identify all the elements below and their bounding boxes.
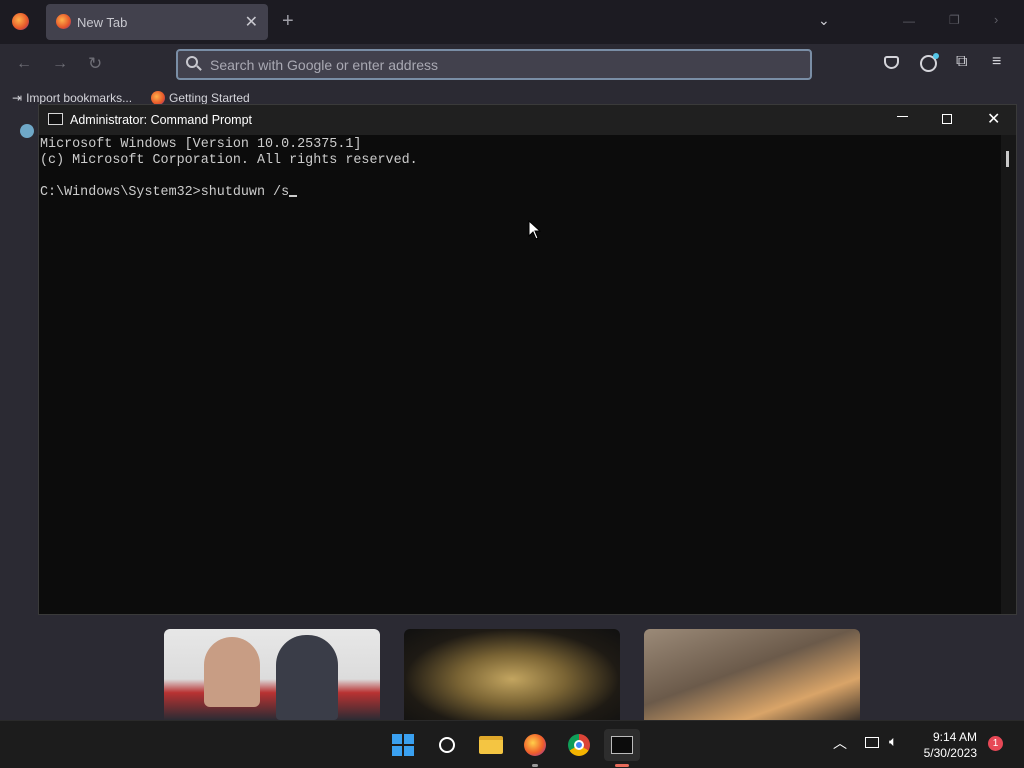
tab-new-tab[interactable]: New Tab ✕ <box>46 4 268 40</box>
running-indicator <box>532 764 538 767</box>
close-tab-icon[interactable]: ✕ <box>245 12 258 32</box>
scrollbar-track[interactable] <box>1001 135 1016 614</box>
volume-icon[interactable]: 🔈︎ <box>889 733 897 750</box>
person-photo <box>204 637 260 707</box>
search-placeholder: Search with Google or enter address <box>210 57 439 73</box>
info-icon[interactable] <box>20 124 34 138</box>
console-line: (c) Microsoft Corporation. All rights re… <box>40 153 418 168</box>
extensions-icon[interactable]: ⧉ <box>956 53 967 71</box>
account-notice-dot-icon <box>933 53 939 59</box>
pocket-icon[interactable] <box>884 56 899 69</box>
tab-title: New Tab <box>77 14 128 30</box>
text-cursor <box>289 195 298 197</box>
terminal-taskbar-button[interactable] <box>604 729 640 767</box>
folder-icon <box>479 736 503 754</box>
story-thumbnail-1[interactable] <box>164 629 380 720</box>
close-browser-icon[interactable]: › <box>994 12 998 27</box>
file-explorer-button[interactable] <box>473 729 509 761</box>
console-line: Microsoft Windows [Version 10.0.25375.1] <box>40 137 362 152</box>
search-taskbar-icon <box>439 737 455 753</box>
firefox-taskbar-icon <box>524 734 546 756</box>
chrome-taskbar-button[interactable] <box>561 729 597 761</box>
taskbar: ︿ 🔈︎ 9:14 AM 5/30/2023 <box>0 720 1024 768</box>
active-indicator <box>615 764 629 767</box>
person-photo <box>276 635 338 720</box>
console-command-text: C:\Windows\System32>shutduwn /s <box>40 185 290 200</box>
list-tabs-icon[interactable]: ⌄ <box>818 12 830 29</box>
mouse-cursor-icon <box>528 220 542 240</box>
windows-logo-icon <box>392 734 414 756</box>
cmd-icon <box>48 113 63 125</box>
chevron-up-icon[interactable]: ︿ <box>833 733 847 753</box>
close-icon[interactable]: ✕ <box>987 109 1000 129</box>
firefox-bookmark-icon <box>151 91 165 105</box>
scrollbar-thumb[interactable] <box>1006 151 1009 167</box>
bookmark-import-label: Import bookmarks... <box>26 91 133 105</box>
cmd-console-output[interactable]: Microsoft Windows [Version 10.0.25375.1]… <box>39 135 1016 614</box>
minimize-browser-icon[interactable]: — <box>903 14 915 28</box>
search-handle-icon <box>196 65 202 71</box>
clock-date: 5/30/2023 <box>923 746 977 760</box>
story-thumbnail-2[interactable] <box>404 629 620 720</box>
browser-tab-bar: New Tab ✕ + ⌄ — ❐ › <box>0 0 1024 44</box>
maximize-icon[interactable] <box>942 114 952 124</box>
back-icon[interactable]: ← <box>16 55 32 73</box>
firefox-tab-icon <box>56 14 71 29</box>
reload-icon[interactable]: ↻ <box>88 54 102 74</box>
system-clock[interactable]: 9:14 AM 5/30/2023 <box>924 729 977 761</box>
notification-badge[interactable]: 1 <box>988 736 1003 751</box>
firefox-taskbar-button[interactable] <box>517 729 553 767</box>
address-bar[interactable]: Search with Google or enter address <box>176 49 812 80</box>
bookmark-getting-started[interactable]: Getting Started <box>151 91 250 105</box>
console-line: ​ <box>40 169 1016 185</box>
terminal-icon <box>611 736 633 754</box>
search-taskbar-button[interactable] <box>429 729 465 761</box>
cmd-title-bar[interactable]: Administrator: Command Prompt ✕ <box>39 105 1016 135</box>
start-button[interactable] <box>385 729 421 761</box>
firefox-icon[interactable] <box>12 13 29 30</box>
restore-browser-icon[interactable]: ❐ <box>949 13 960 27</box>
story-thumbnail-3[interactable] <box>644 629 860 720</box>
menu-icon[interactable]: ≡ <box>992 53 1001 71</box>
clock-time: 9:14 AM <box>932 730 977 744</box>
console-prompt-line[interactable]: C:\Windows\System32>shutduwn /s <box>40 185 1016 201</box>
chrome-icon <box>568 734 590 756</box>
cmd-window-title: Administrator: Command Prompt <box>70 113 253 127</box>
minimize-icon[interactable] <box>897 116 908 117</box>
bookmark-getting-started-label: Getting Started <box>169 91 250 105</box>
forward-icon[interactable]: → <box>52 55 68 73</box>
new-tab-icon[interactable]: + <box>282 10 294 33</box>
network-icon[interactable] <box>865 737 879 748</box>
command-prompt-window[interactable]: Administrator: Command Prompt ✕ Microsof… <box>38 104 1017 615</box>
bookmark-import[interactable]: ⇥ Import bookmarks... <box>12 91 132 105</box>
import-icon: ⇥ <box>12 91 23 105</box>
